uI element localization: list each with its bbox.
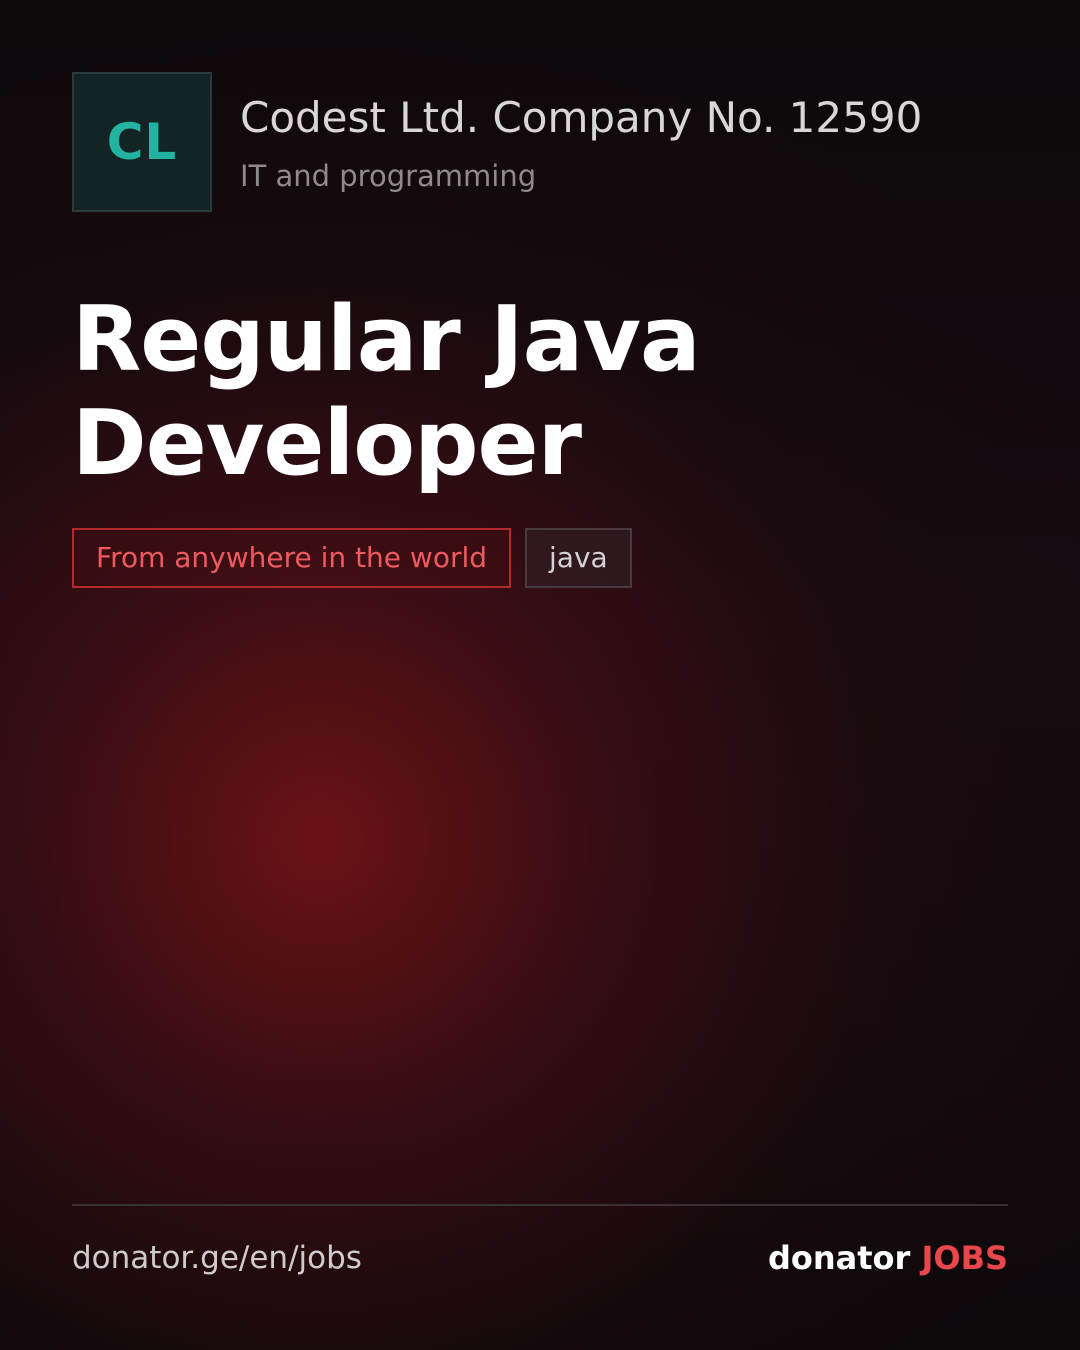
brand-jobs: JOBS (921, 1239, 1008, 1277)
location-tag: From anywhere in the world (72, 528, 512, 588)
brand-word: donator (767, 1239, 911, 1277)
brand-logo: donator JOBS (768, 1236, 1008, 1280)
footer-divider (72, 1204, 1008, 1206)
company-category: IT and programming (240, 159, 537, 193)
company-logo-initials: CL (106, 113, 178, 171)
footer-url: donator.ge/en/jobs (72, 1240, 362, 1276)
company-name: Codest Ltd. Company No. 12590... (240, 93, 920, 142)
skill-tag: java (525, 528, 632, 588)
job-tags: From anywhere in the world java (72, 528, 632, 588)
job-title: Regular Java Developer (72, 287, 701, 496)
company-logo: CL (72, 72, 212, 212)
